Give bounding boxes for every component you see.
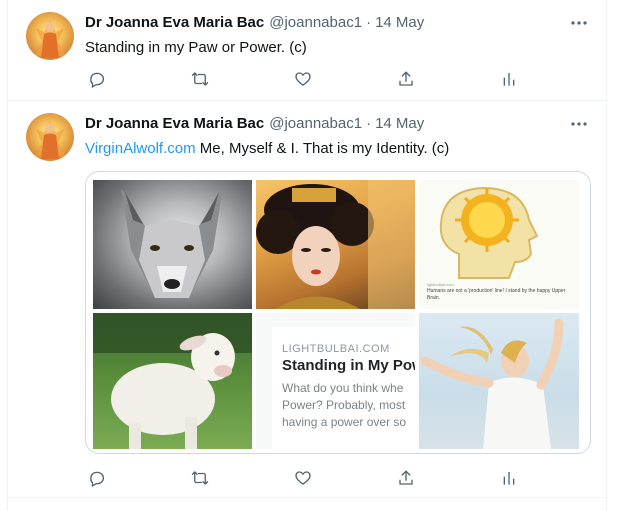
tweet-text-body: Me, Myself & I. That is my Identity. (c) — [195, 140, 450, 157]
retweet-icon[interactable] — [188, 67, 212, 91]
image-sun-head[interactable]: lightbulbai.com Humans are not a 'produc… — [419, 180, 579, 309]
author-name[interactable]: Dr Joanna Eva Maria Bac — [85, 14, 264, 31]
link-card-description: What do you think whe Power? Probably, m… — [282, 380, 415, 431]
author-handle[interactable]: @joannabac1 — [269, 14, 362, 31]
tweet-link[interactable]: VirginAlwolf.com — [85, 140, 196, 157]
reply-icon[interactable] — [85, 466, 109, 490]
tweet[interactable]: Dr Joanna Eva Maria Bac @joannabac1 · 14… — [8, 101, 606, 498]
tweet-date[interactable]: 14 May — [375, 115, 424, 132]
link-card-desc-line: Power? Probably, most — [282, 398, 406, 412]
image-wolf[interactable] — [93, 180, 252, 309]
more-icon[interactable] — [570, 117, 588, 131]
separator: · — [366, 115, 372, 132]
avatar[interactable] — [26, 12, 74, 60]
like-icon[interactable] — [291, 466, 315, 490]
tweet-text: Standing in my Paw or Power. (c) — [85, 39, 307, 56]
tweet-header: Dr Joanna Eva Maria Bac @joannabac1 · 14… — [85, 14, 424, 34]
image-caption: Humans are not a 'production' line! I st… — [427, 288, 566, 301]
link-card[interactable]: LIGHTBULBAI.COM Standing in My Powe What… — [256, 313, 415, 449]
image-lamb[interactable] — [93, 313, 252, 449]
tweet-actions — [85, 67, 521, 91]
link-card-domain: LIGHTBULBAI.COM — [282, 343, 390, 355]
image-woman[interactable] — [419, 313, 579, 449]
share-icon[interactable] — [394, 67, 418, 91]
separator: · — [366, 14, 372, 31]
image-portrait[interactable] — [256, 180, 415, 309]
tweet[interactable]: Dr Joanna Eva Maria Bac @joannabac1 · 14… — [8, 0, 606, 101]
tweet-actions — [85, 466, 521, 490]
tweet-text: VirginAlwolf.com Me, Myself & I. That is… — [85, 139, 449, 159]
tweet-date[interactable]: 14 May — [375, 14, 424, 31]
author-name[interactable]: Dr Joanna Eva Maria Bac — [85, 115, 264, 132]
share-icon[interactable] — [394, 466, 418, 490]
analytics-icon[interactable] — [497, 67, 521, 91]
link-card-title: Standing in My Powe — [282, 357, 415, 374]
tweet-next[interactable] — [8, 498, 606, 511]
image-source: lightbulbai.com — [427, 282, 454, 287]
retweet-icon[interactable] — [188, 466, 212, 490]
author-handle[interactable]: @joannabac1 — [269, 115, 362, 132]
more-icon[interactable] — [570, 16, 588, 30]
link-card-desc-line: What do you think whe — [282, 381, 404, 395]
avatar[interactable] — [26, 113, 74, 161]
reply-icon[interactable] — [85, 67, 109, 91]
analytics-icon[interactable] — [497, 466, 521, 490]
link-card-desc-line: having a power over so — [282, 415, 407, 429]
like-icon[interactable] — [291, 67, 315, 91]
tweet-header: Dr Joanna Eva Maria Bac @joannabac1 · 14… — [85, 115, 424, 135]
media-grid[interactable]: lightbulbai.com Humans are not a 'produc… — [85, 171, 591, 454]
timeline: Dr Joanna Eva Maria Bac @joannabac1 · 14… — [7, 0, 607, 511]
